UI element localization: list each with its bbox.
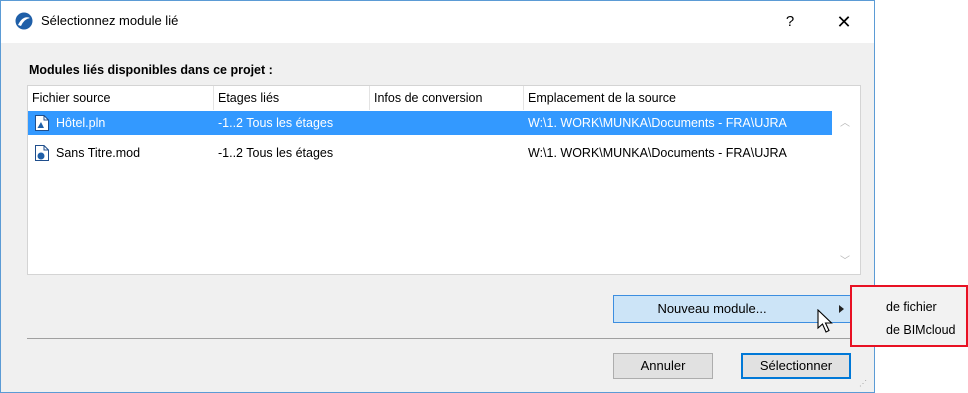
column-header-source-location[interactable]: Emplacement de la source xyxy=(524,86,832,110)
row-conversion-info xyxy=(374,111,522,135)
footer-separator xyxy=(27,338,861,339)
title-bar: Sélectionnez module lié ? ✕ xyxy=(1,1,874,43)
submenu-arrow-icon xyxy=(839,305,844,313)
column-header-source-file[interactable]: Fichier source xyxy=(28,86,214,110)
row-linked-floors: -1..2 Tous les étages xyxy=(218,146,334,160)
column-header-linked-floors[interactable]: Etages liés xyxy=(214,86,370,110)
dialog-title: Sélectionnez module lié xyxy=(41,13,179,28)
vertical-scrollbar[interactable]: ︿ ﹀ xyxy=(832,86,860,274)
table-row[interactable]: Hôtel.pln -1..2 Tous les étages W:\1. WO… xyxy=(28,111,832,135)
row-file-name: Sans Titre.mod xyxy=(56,146,141,160)
row-file-name: Hôtel.pln xyxy=(56,116,106,130)
submenu-item-from-bimcloud[interactable]: de BIMcloud xyxy=(886,323,955,337)
table-row[interactable]: Sans Titre.mod -1..2 Tous les étages W:\… xyxy=(28,141,832,165)
new-module-submenu: de fichier de BIMcloud xyxy=(850,285,968,347)
select-linked-module-dialog: Sélectionnez module lié ? ✕ Modules liés… xyxy=(0,0,875,393)
select-button[interactable]: Sélectionner xyxy=(741,353,851,379)
archicad-logo-icon xyxy=(15,12,33,30)
close-button[interactable]: ✕ xyxy=(827,9,861,35)
row-conversion-info xyxy=(374,141,522,165)
modules-table[interactable]: Fichier source Etages liés Infos de conv… xyxy=(27,85,861,275)
submenu-item-from-file[interactable]: de fichier xyxy=(886,300,937,314)
module-file-icon xyxy=(35,145,49,161)
column-header-conversion-info[interactable]: Infos de conversion xyxy=(370,86,524,110)
mouse-cursor-icon xyxy=(817,309,833,333)
scroll-down-arrow-icon[interactable]: ﹀ xyxy=(840,252,850,267)
row-source-location: W:\1. WORK\MUNKA\Documents - FRA\UJRA xyxy=(528,146,787,160)
plan-file-icon xyxy=(35,115,49,131)
available-modules-label: Modules liés disponibles dans ce projet … xyxy=(29,63,273,77)
resize-grip-icon[interactable]: ⋰ xyxy=(859,379,867,388)
scroll-up-arrow-icon[interactable]: ︿ xyxy=(840,114,850,129)
table-header: Fichier source Etages liés Infos de conv… xyxy=(28,86,832,110)
row-linked-floors: -1..2 Tous les étages xyxy=(218,116,334,130)
new-module-label: Nouveau module... xyxy=(657,301,767,316)
help-button[interactable]: ? xyxy=(775,9,805,35)
cancel-button[interactable]: Annuler xyxy=(613,353,713,379)
row-source-location: W:\1. WORK\MUNKA\Documents - FRA\UJRA xyxy=(528,116,787,130)
